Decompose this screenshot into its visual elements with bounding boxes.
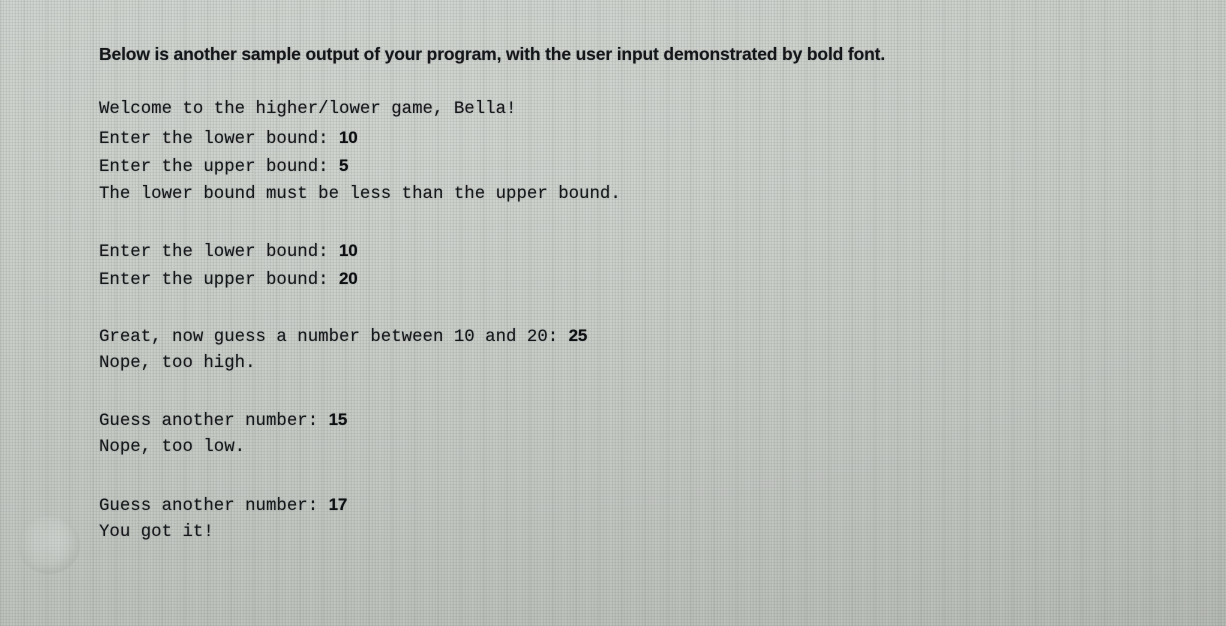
page-heading: Below is another sample output of your p…	[99, 44, 886, 64]
console-prompt-line: Enter the upper bound: 20	[99, 265, 621, 293]
document-content: Below is another sample output of your p…	[99, 0, 1226, 626]
console-output-line: You got it!	[99, 519, 621, 547]
user-input-value: 25	[568, 325, 588, 345]
photographed-screen: Below is another sample output of your p…	[0, 0, 1226, 626]
console-line-text: You got it!	[99, 522, 214, 542]
console-line-text: Nope, too low.	[99, 438, 246, 458]
console-prompt-line: Guess another number: 15	[99, 406, 621, 434]
console-line-text: The lower bound must be less than the up…	[99, 184, 621, 204]
console-prompt-line: Enter the upper bound: 5	[99, 152, 621, 180]
user-input-value: 10	[339, 128, 358, 148]
console-line-text: Guess another number:	[99, 496, 329, 516]
console-prompt-line: Guess another number: 17	[99, 491, 621, 519]
console-prompt-line: Enter the lower bound: 10	[99, 237, 621, 265]
console-line-text: Enter the upper bound:	[99, 271, 340, 291]
console-line-text: Enter the upper bound:	[99, 158, 340, 178]
console-output-line: The lower bound must be less than the up…	[99, 181, 621, 209]
console-line-text: Welcome to the higher/lower game, Bella!	[99, 100, 517, 119]
console-output-block: Welcome to the higher/lower game, Bella!…	[99, 96, 621, 547]
screen-smudge-reflection	[18, 516, 80, 574]
console-prompt-line: Enter the lower bound: 10	[99, 124, 621, 152]
console-line-text: Enter the lower bound:	[99, 130, 340, 150]
console-line-text: Great, now guess a number between 10 and…	[99, 327, 569, 347]
user-input-value: 20	[339, 269, 358, 289]
user-input-value: 10	[339, 240, 358, 260]
console-output-line: Welcome to the higher/lower game, Bella!	[99, 96, 621, 124]
user-input-value: 15	[328, 410, 348, 430]
user-input-value: 17	[328, 494, 348, 514]
console-line-text: Nope, too high.	[99, 353, 256, 373]
console-output-line: Nope, too high.	[99, 350, 621, 378]
console-line-text: Guess another number:	[99, 412, 329, 432]
console-line-text: Enter the lower bound:	[99, 242, 340, 262]
console-prompt-line: Great, now guess a number between 10 and…	[99, 322, 621, 350]
console-output-line: Nope, too low.	[99, 434, 621, 462]
user-input-value: 5	[339, 156, 349, 176]
